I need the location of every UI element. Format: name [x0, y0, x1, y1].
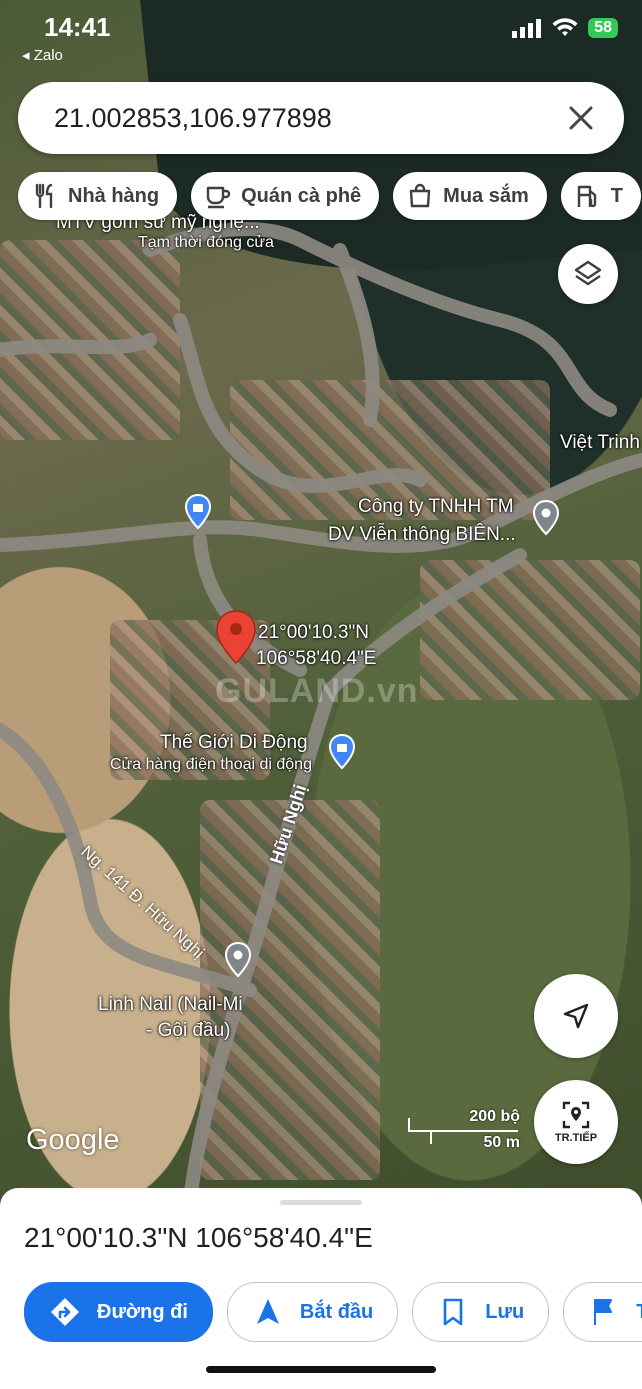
home-indicator[interactable] — [206, 1366, 436, 1373]
chip-label: T — [610, 184, 623, 207]
live-view-label: TR.TIẾP — [554, 1132, 598, 1144]
map-label-company-line1[interactable]: Công ty TNHH TM — [358, 496, 514, 518]
start-button[interactable]: Bắt đầu — [226, 1282, 399, 1342]
battery-indicator: 58 — [588, 18, 618, 38]
label-label: T — [636, 1301, 642, 1324]
status-time: 14:41 — [44, 12, 111, 42]
directions-button[interactable]: Đường đi — [24, 1282, 213, 1342]
layers-button[interactable] — [558, 244, 618, 304]
google-logo: Google — [26, 1124, 120, 1156]
wifi-icon — [552, 18, 578, 36]
my-location-button[interactable] — [534, 974, 618, 1058]
coffee-icon — [206, 186, 231, 209]
chip-shopping[interactable]: Mua sắm — [393, 172, 547, 220]
search-input[interactable]: 21.002853,106.977898 — [54, 103, 556, 134]
action-buttons: Đường đi Bắt đầu Lưu T — [24, 1282, 642, 1342]
chip-label: Nhà hàng — [68, 184, 160, 207]
save-label: Lưu — [485, 1300, 525, 1323]
live-view-button[interactable]: TR.TIẾP — [534, 1080, 618, 1164]
chip-label: Quán cà phê — [241, 184, 362, 207]
live-view-icon — [562, 1101, 590, 1129]
map-label-tgdd[interactable]: Thế Giới Di Động — [160, 732, 308, 754]
label-button[interactable]: T — [563, 1282, 642, 1342]
scale-bar: 200 bộ 50 m — [406, 1108, 526, 1152]
map-label-ceramics-status: Tạm thời đóng cửa — [138, 234, 274, 251]
status-bar: 14:41 ◂ Zalo 58 — [0, 12, 642, 64]
close-icon — [569, 106, 593, 130]
map-label-viet-trinh[interactable]: Việt Trinh — [560, 432, 640, 454]
flag-icon — [594, 1299, 613, 1325]
scale-metric: 50 m — [483, 1134, 520, 1151]
place-pin-icon[interactable] — [532, 500, 560, 536]
sheet-drag-handle[interactable] — [280, 1200, 362, 1205]
directions-icon — [51, 1298, 79, 1326]
pin-coords-lat: 21°00'10.3"N — [258, 622, 369, 643]
place-sheet[interactable]: 21°00'10.3"N 106°58'40.4"E Đường đi Bắt … — [0, 1188, 642, 1389]
place-coordinates: 21°00'10.3"N 106°58'40.4"E — [24, 1222, 373, 1253]
navigation-arrow-icon — [256, 1299, 279, 1324]
pin-coords-lng: 106°58'40.4"E — [256, 648, 377, 669]
chip-cafes[interactable]: Quán cà phê — [191, 172, 380, 220]
bookmark-icon — [443, 1298, 463, 1326]
chip-gas[interactable]: T — [560, 172, 641, 220]
back-to-app-link[interactable]: ◂ Zalo — [22, 46, 63, 64]
map-label-company-line2[interactable]: DV Viễn thông BIÊN... — [328, 524, 516, 546]
restaurant-icon — [35, 183, 53, 209]
layers-icon — [574, 260, 602, 286]
chip-label: Mua sắm — [443, 184, 529, 207]
chip-restaurants[interactable]: Nhà hàng — [18, 172, 178, 220]
place-pin-icon[interactable] — [224, 942, 252, 978]
dropped-pin-icon[interactable] — [216, 610, 256, 664]
scale-imperial: 200 bộ — [469, 1108, 520, 1125]
shopping-pin-icon[interactable] — [328, 734, 356, 770]
category-chips: Nhà hàng Quán cà phê Mua sắm T — [18, 172, 641, 220]
map-label-linh-nail-line1[interactable]: Linh Nail (Nail-Mi — [98, 994, 243, 1016]
location-arrow-icon — [563, 1003, 589, 1029]
shopping-bag-icon — [409, 183, 431, 208]
map-label-tgdd-sub: Cửa hàng điện thoại di động — [110, 756, 312, 773]
clear-search-button[interactable] — [556, 93, 606, 143]
fuel-icon — [577, 185, 596, 208]
map-label-linh-nail-line2[interactable]: - Gội đầu) — [146, 1020, 230, 1042]
shopping-pin-icon[interactable] — [184, 494, 212, 530]
signal-icon — [512, 19, 542, 38]
watermark: GULAND.vn — [215, 672, 419, 710]
search-bar[interactable]: 21.002853,106.977898 — [18, 82, 624, 154]
directions-label: Đường đi — [97, 1300, 188, 1323]
save-button[interactable]: Lưu — [412, 1282, 550, 1342]
start-label: Bắt đầu — [299, 1300, 374, 1323]
